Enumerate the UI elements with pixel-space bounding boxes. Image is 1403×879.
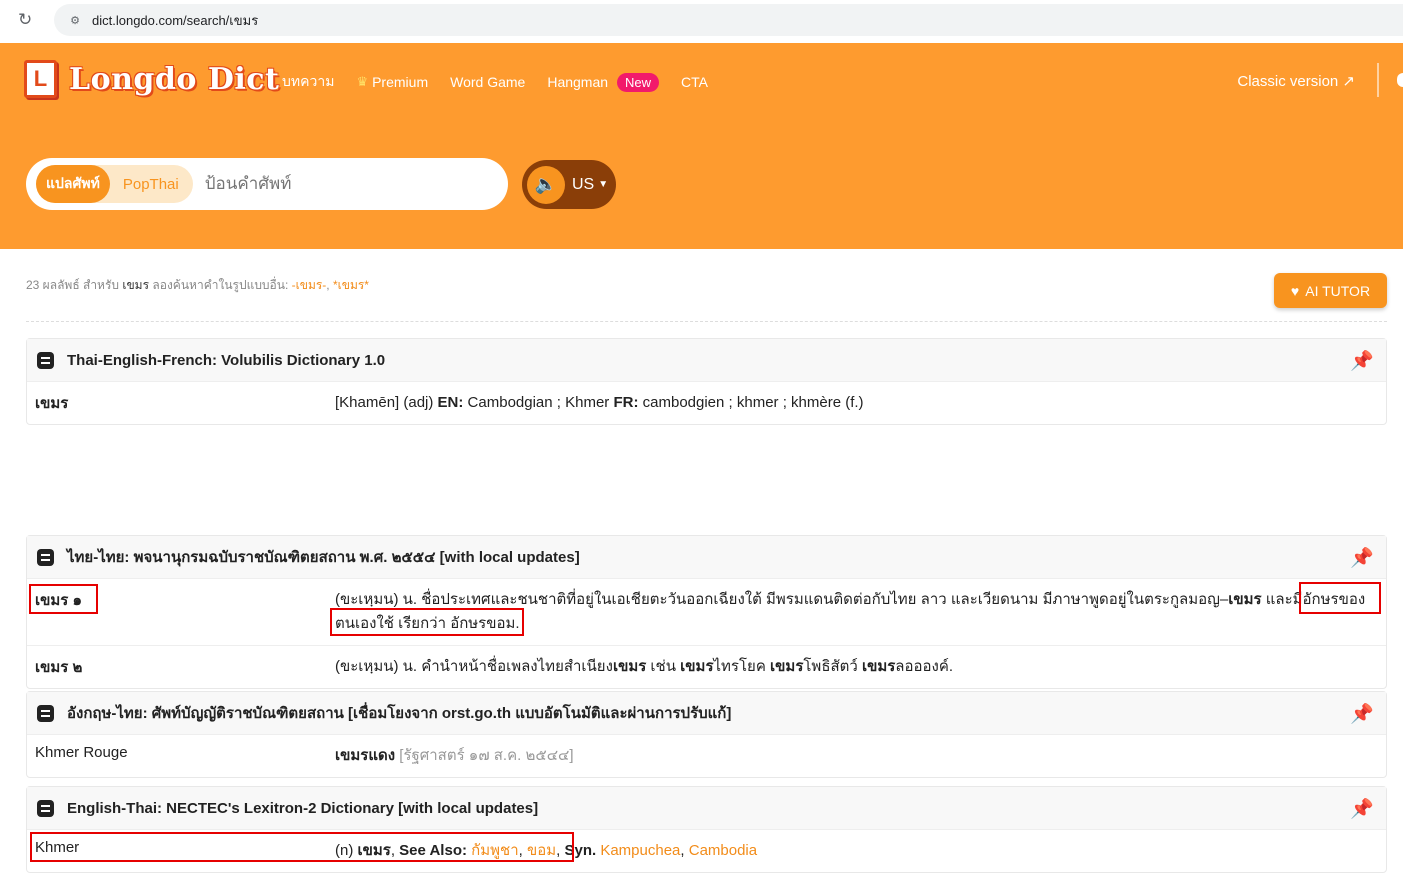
logo-icon: L bbox=[24, 60, 57, 98]
alt-prefix: ลองค้นหาคำในรูปแบบอื่น: bbox=[152, 278, 289, 292]
dict-card-volubilis: Thai-English-French: Volubilis Dictionar… bbox=[26, 338, 1387, 425]
voice-selector[interactable]: 🔈 US ▼ bbox=[522, 160, 616, 209]
pin-icon[interactable]: 📌 bbox=[1350, 702, 1374, 726]
entry-term: เขมร ๒ bbox=[35, 659, 83, 676]
entry-definition: (ขะเหฺมน) น. คำนำหน้าชื่อเพลงไทยสำเนียงเ… bbox=[335, 658, 954, 675]
entry-term: เขมร ๑ bbox=[35, 592, 83, 609]
site-settings-icon[interactable]: ⚙ bbox=[64, 9, 86, 31]
mode-popthai-button[interactable]: PopThai bbox=[110, 176, 193, 193]
link-khom[interactable]: ขอม bbox=[527, 842, 556, 859]
entry-row: เขมร [Khamēn] (adj) EN: Cambodgian ; Khm… bbox=[27, 381, 1386, 424]
address-bar[interactable]: ⚙ dict.longdo.com/search/เขมร bbox=[54, 4, 1403, 36]
document-icon bbox=[37, 704, 54, 722]
nav-word-game[interactable]: Word Game bbox=[450, 74, 525, 90]
pin-icon[interactable]: 📌 bbox=[1350, 349, 1374, 373]
reload-icon[interactable]: ↻ bbox=[18, 10, 38, 30]
browser-toolbar: ↻ ⚙ dict.longdo.com/search/เขมร bbox=[0, 0, 1403, 40]
chevron-down-icon: ▼ bbox=[598, 179, 609, 190]
card-title: English-Thai: NECTEC's Lexitron-2 Dictio… bbox=[67, 799, 539, 817]
link-cambodia-thai[interactable]: กัมพูชา bbox=[471, 842, 518, 859]
entry-definition: (ขะเหฺมน) น. ชื่อประเทศและชนชาติที่อยู่ใ… bbox=[335, 591, 1366, 632]
result-count: 23 ผลลัพธ์ สำหรับ bbox=[26, 278, 120, 292]
document-icon bbox=[37, 799, 54, 817]
alt-link-1[interactable]: -เขมร- bbox=[292, 278, 327, 292]
alt-link-2[interactable]: *เขมร* bbox=[333, 278, 369, 292]
entry-term: เขมร bbox=[35, 395, 69, 412]
main-nav: บทความ ♛ Premium Word Game Hangman New C… bbox=[282, 71, 708, 93]
link-kampuchea[interactable]: Kampuchea bbox=[600, 842, 680, 859]
mode-translate-button[interactable]: แปลศัพท์ bbox=[36, 165, 110, 203]
result-summary: 23 ผลลัพธ์ สำหรับ เขมร ลองค้นหาคำในรูปแบ… bbox=[26, 278, 369, 292]
entry-term: Khmer bbox=[35, 839, 80, 856]
entry-row: Khmer (n) เขมร, See Also: กัมพูชา, ขอม, … bbox=[27, 829, 1386, 872]
divider bbox=[26, 321, 1387, 322]
link-cambodia[interactable]: Cambodia bbox=[689, 842, 757, 859]
document-icon bbox=[37, 351, 54, 369]
entry-definition: (n) เขมร, See Also: กัมพูชา, ขอม, Syn. K… bbox=[335, 842, 758, 859]
voice-accent-label: US bbox=[572, 175, 595, 193]
entry-row: Khmer Rouge เขมรแดง [รัฐศาสตร์ ๑๗ ส.ค. ๒… bbox=[27, 734, 1386, 777]
card-title: ไทย-ไทย: พจนานุกรมฉบับราชบัณฑิตยสถาน พ.ศ… bbox=[67, 549, 580, 566]
result-keyword: เขมร bbox=[122, 278, 150, 292]
card-header: Thai-English-French: Volubilis Dictionar… bbox=[27, 339, 1386, 381]
nav-hangman-label: Hangman bbox=[547, 74, 609, 90]
card-header: อังกฤษ-ไทย: ศัพท์บัญญัติราชบัณฑิตยสถาน [… bbox=[27, 692, 1386, 734]
entry-definition: [Khamēn] (adj) EN: Cambodgian ; Khmer FR… bbox=[335, 394, 864, 411]
card-header: English-Thai: NECTEC's Lexitron-2 Dictio… bbox=[27, 787, 1386, 829]
heart-icon: ♥ bbox=[1290, 282, 1300, 299]
dict-card-lexitron: English-Thai: NECTEC's Lexitron-2 Dictio… bbox=[26, 786, 1387, 873]
ai-tutor-button[interactable]: ♥ AI TUTOR bbox=[1274, 273, 1387, 308]
new-badge: New bbox=[617, 72, 660, 92]
dict-card-royal-thai: ไทย-ไทย: พจนานุกรมฉบับราชบัณฑิตยสถาน พ.ศ… bbox=[26, 535, 1387, 689]
user-menu-edge[interactable] bbox=[1397, 73, 1403, 87]
nav-cta[interactable]: CTA bbox=[681, 74, 708, 90]
speaker-icon[interactable]: 🔈 bbox=[527, 165, 565, 204]
nav-premium-label: Premium bbox=[372, 74, 429, 90]
header-divider bbox=[1377, 63, 1379, 97]
crown-icon: ♛ bbox=[356, 74, 369, 89]
card-header: ไทย-ไทย: พจนานุกรมฉบับราชบัณฑิตยสถาน พ.ศ… bbox=[27, 536, 1386, 578]
pin-icon[interactable]: 📌 bbox=[1350, 546, 1374, 570]
nav-hangman[interactable]: Hangman New bbox=[547, 72, 660, 92]
url-text: dict.longdo.com/search/เขมร bbox=[92, 12, 259, 28]
search-bar: แปลศัพท์ PopThai bbox=[26, 158, 508, 210]
entry-term: Khmer Rouge bbox=[35, 744, 128, 761]
search-mode-toggle: แปลศัพท์ PopThai bbox=[36, 165, 193, 203]
nav-articles[interactable]: บทความ bbox=[282, 71, 334, 93]
card-title: Thai-English-French: Volubilis Dictionar… bbox=[67, 351, 386, 369]
search-input[interactable] bbox=[204, 174, 475, 194]
dict-card-orst: อังกฤษ-ไทย: ศัพท์บัญญัติราชบัณฑิตยสถาน [… bbox=[26, 691, 1387, 778]
classic-version-link[interactable]: Classic version ↗ bbox=[1237, 72, 1355, 90]
site-header: L Longdo Dict บทความ ♛ Premium Word Game… bbox=[0, 43, 1403, 249]
card-title: อังกฤษ-ไทย: ศัพท์บัญญัติราชบัณฑิตยสถาน [… bbox=[67, 705, 732, 722]
ai-tutor-label: AI TUTOR bbox=[1305, 282, 1371, 299]
document-icon bbox=[37, 548, 54, 566]
nav-premium[interactable]: ♛ Premium bbox=[356, 74, 428, 90]
entry-row: เขมร ๒ (ขะเหฺมน) น. คำนำหน้าชื่อเพลงไทยส… bbox=[27, 645, 1386, 688]
logo[interactable]: L Longdo Dict bbox=[24, 60, 279, 98]
pin-icon[interactable]: 📌 bbox=[1350, 797, 1374, 821]
logo-text: Longdo Dict bbox=[69, 61, 280, 97]
entry-row: เขมร ๑ (ขะเหฺมน) น. ชื่อประเทศและชนชาติท… bbox=[27, 578, 1386, 645]
entry-definition: เขมรแดง [รัฐศาสตร์ ๑๗ ส.ค. ๒๕๔๔] bbox=[335, 747, 574, 764]
